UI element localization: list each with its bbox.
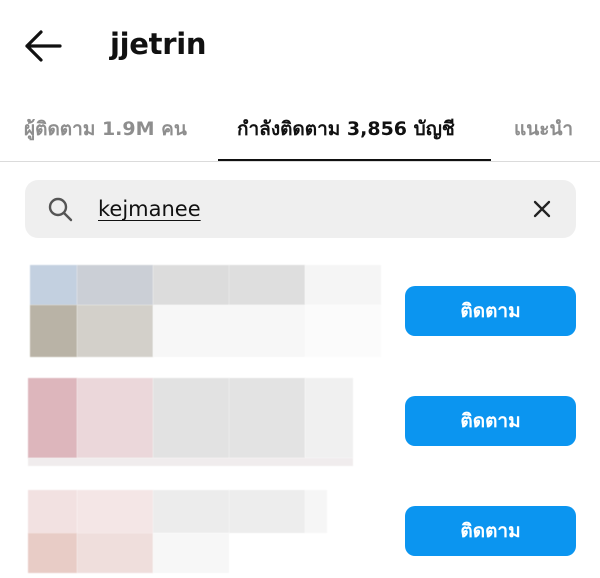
search-input[interactable] xyxy=(98,192,518,226)
search-icon xyxy=(48,197,73,222)
search-bar xyxy=(25,180,576,238)
tab-following[interactable]: กำลังติดตาม 3,856 บัญชี xyxy=(237,114,455,144)
tab-followers[interactable]: ผู้ติดตาม 1.9M คน xyxy=(24,114,187,144)
tab-suggested[interactable]: แนะนำ xyxy=(514,114,573,144)
clear-search-button[interactable] xyxy=(530,197,554,221)
back-button[interactable] xyxy=(22,28,64,64)
profile-username: jjetrin xyxy=(110,27,207,61)
clear-icon xyxy=(533,200,551,218)
list-item: ติดตาม xyxy=(0,373,600,468)
list-item: ติดตาม xyxy=(0,263,600,358)
follow-button[interactable]: ติดตาม xyxy=(405,396,576,446)
follow-button[interactable]: ติดตาม xyxy=(405,506,576,556)
top-bar: jjetrin xyxy=(0,0,600,92)
tabs-divider xyxy=(0,161,600,162)
follow-tabs: ผู้ติดตาม 1.9M คน กำลังติดตาม 3,856 บัญช… xyxy=(0,100,600,162)
follow-button[interactable]: ติดตาม xyxy=(405,286,576,336)
list-item: ติดตาม xyxy=(0,483,600,578)
back-arrow-icon xyxy=(25,30,62,62)
